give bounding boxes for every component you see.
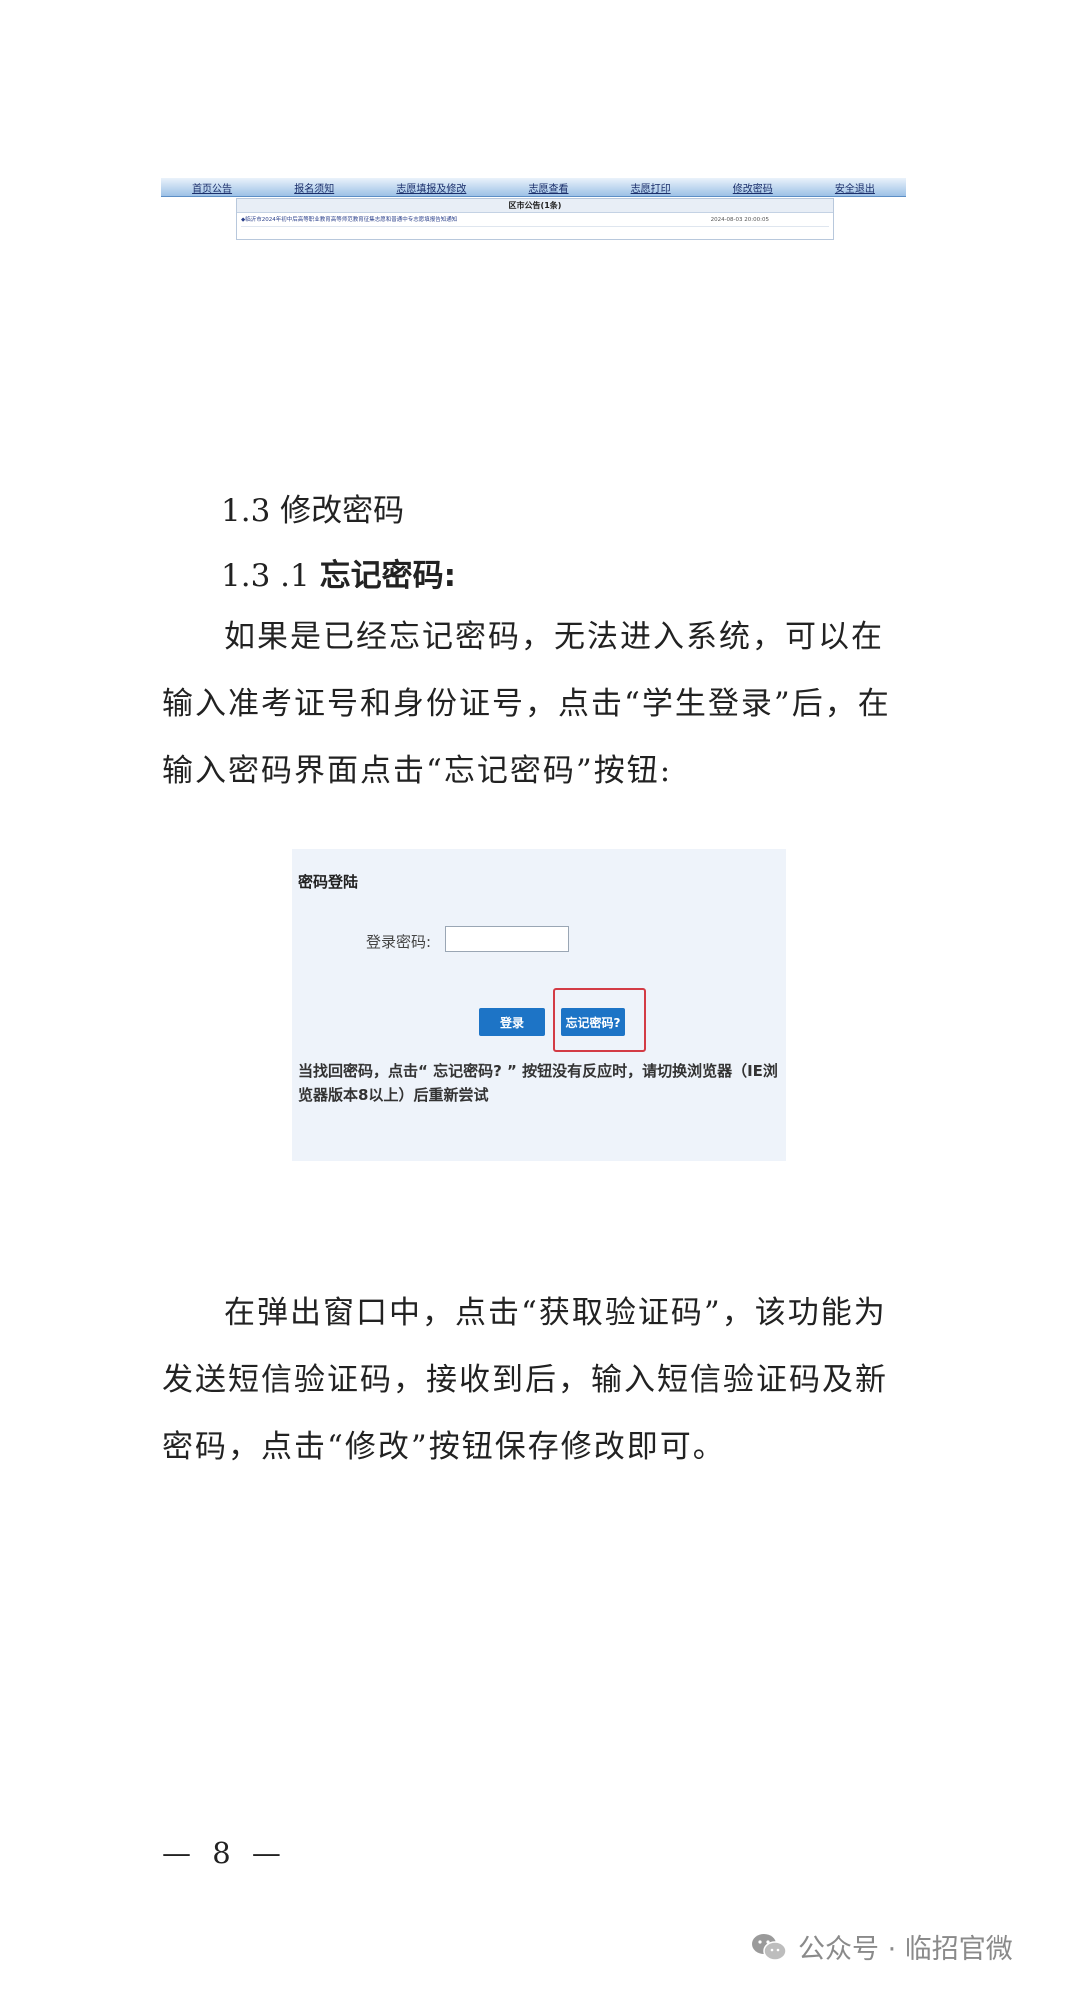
watermark: 公众号 · 临招官微 <box>750 1927 1013 1966</box>
nav-item-logout[interactable]: 安全退出 <box>835 180 875 195</box>
section-heading-1-3: 1.3 修改密码 <box>221 493 405 529</box>
login-title: 密码登陆 <box>298 873 359 891</box>
wechat-icon <box>752 1933 787 1961</box>
section-heading-1-3-1: 1.3 .1 忘记密码: <box>221 550 456 595</box>
notice-title: 区市公告(1条) <box>237 199 833 213</box>
notice-row[interactable]: ◆临沂市2024年初中后高等职业教育高等师范教育征集志愿和普通中专志愿填报告知通… <box>241 214 829 227</box>
paragraph-text: 在弹出窗口中，点击“获取验证码”，该功能为发送短信验证码，接收到后，输入短信验证… <box>162 1295 888 1465</box>
forgot-password-button[interactable]: 忘记密码? <box>561 1008 625 1036</box>
notice-link[interactable]: ◆临沂市2024年初中后高等职业教育高等师范教育征集志愿和普通中专志愿填报告知通… <box>241 217 457 223</box>
page-number: — 8 — <box>162 1836 287 1870</box>
paragraph-forgot-password: 如果是已经忘记密码，无法进入系统，可以在输入准考证号和身份证号，点击“学生登录”… <box>162 604 912 805</box>
nav-item-change-password[interactable]: 修改密码 <box>733 180 773 195</box>
nav-bar: 首页公告 报名须知 志愿填报及修改 志愿查看 志愿打印 修改密码 安全退出 <box>161 178 906 197</box>
nav-item-home-notice[interactable]: 首页公告 <box>192 180 232 195</box>
notice-date: 2024-08-03 20:00:05 <box>710 217 769 223</box>
nav-screenshot: 首页公告 报名须知 志愿填报及修改 志愿查看 志愿打印 修改密码 安全退出 区市… <box>161 178 906 240</box>
login-tip: 当找回密码，点击“ 忘记密码? ” 按钮没有反应时，请切换浏览器（IE浏览器版本… <box>298 1062 778 1104</box>
password-label: 登录密码: <box>366 933 432 951</box>
nav-item-fill-volunteer[interactable]: 志愿填报及修改 <box>396 180 466 195</box>
password-input[interactable] <box>445 926 569 952</box>
nav-item-print-volunteer[interactable]: 志愿打印 <box>631 180 671 195</box>
heading-number: 1.3 .1 <box>221 558 320 594</box>
nav-item-registration-notes[interactable]: 报名须知 <box>294 180 334 195</box>
heading-title: 忘记密码: <box>319 558 456 594</box>
watermark-text: 公众号 · 临招官微 <box>798 1934 1013 1965</box>
login-button[interactable]: 登录 <box>479 1008 545 1036</box>
paragraph-verification: 在弹出窗口中，点击“获取验证码”，该功能为发送短信验证码，接收到后，输入短信验证… <box>162 1280 912 1481</box>
notice-box: 区市公告(1条) ◆临沂市2024年初中后高等职业教育高等师范教育征集志愿和普通… <box>236 198 834 240</box>
login-screenshot: 密码登陆 登录密码: 登录 忘记密码? 当找回密码，点击“ 忘记密码? ” 按钮… <box>292 849 786 1161</box>
nav-item-view-volunteer[interactable]: 志愿查看 <box>528 180 568 195</box>
paragraph-text: 如果是已经忘记密码，无法进入系统，可以在输入准考证号和身份证号，点击“学生登录”… <box>162 619 891 789</box>
